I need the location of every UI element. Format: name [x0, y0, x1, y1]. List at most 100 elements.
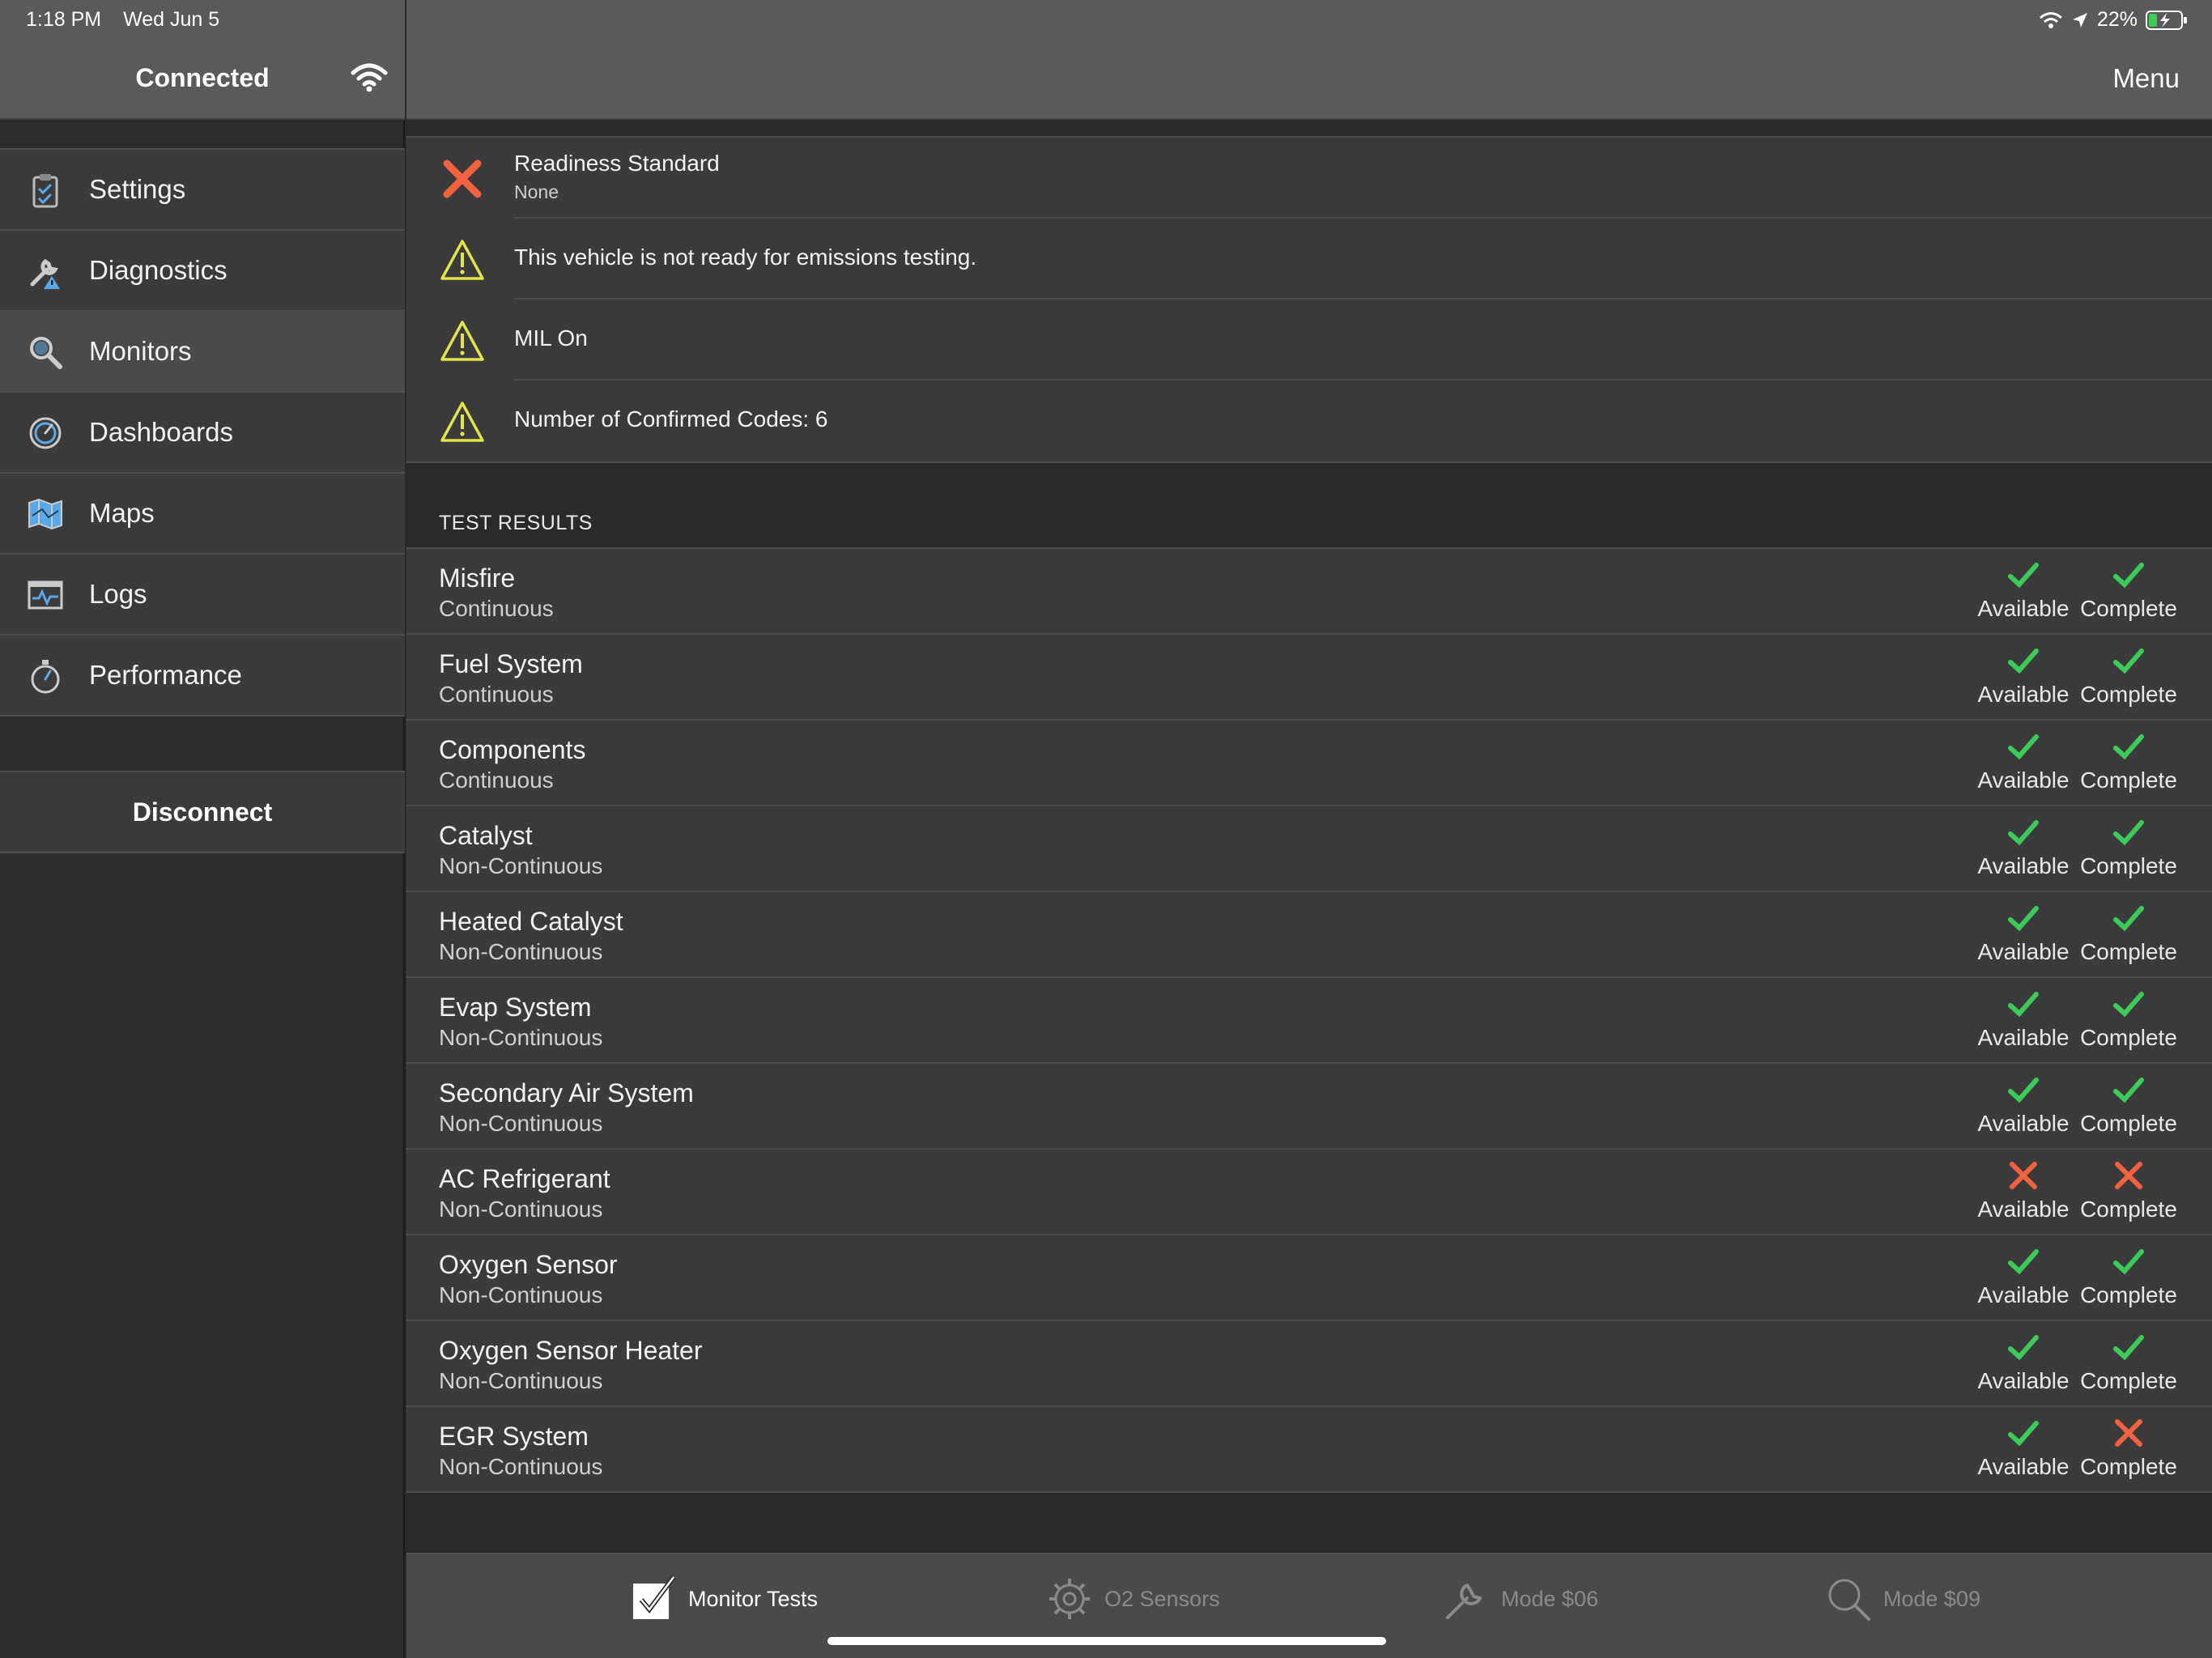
test-name: Oxygen Sensor: [439, 1250, 618, 1279]
disconnect-button[interactable]: Disconnect: [0, 771, 405, 853]
alert-row: MIL On: [406, 300, 2212, 380]
test-type: Non-Continuous: [439, 1197, 603, 1222]
status-label: Available: [1977, 1282, 2069, 1307]
wifi-status-icon: [2039, 11, 2062, 28]
complete-status: Complete: [2080, 1418, 2177, 1480]
check-icon: [2113, 648, 2144, 674]
home-indicator: [827, 1637, 1386, 1645]
stopwatch-icon: [31, 660, 60, 694]
sidebar-item-label: Monitors: [89, 336, 192, 366]
warning-triangle-icon: [440, 321, 484, 361]
warning-triangle-icon: [440, 240, 484, 280]
check-icon: [2113, 1078, 2144, 1103]
sidebar-item-logs[interactable]: Logs: [0, 555, 405, 636]
gear-icon: [1049, 1579, 1090, 1619]
status-label: Complete: [2080, 1025, 2177, 1050]
test-result-row[interactable]: Catalyst Non-Continuous Available Complete: [406, 806, 2212, 892]
checkbox-icon: [633, 1575, 676, 1619]
status-label: Available: [1977, 682, 2069, 707]
check-icon: [2008, 906, 2039, 932]
test-name: Secondary Air System: [439, 1078, 694, 1107]
test-result-row[interactable]: Oxygen Sensor Non-Continuous Available Comp…: [406, 1235, 2212, 1321]
status-date: Wed Jun 5: [123, 8, 220, 31]
status-label: Complete: [2080, 1454, 2177, 1479]
complete-status: Complete: [2080, 732, 2177, 793]
tab-o2-sensors[interactable]: O2 Sensors: [1046, 1571, 1220, 1627]
check-icon: [2008, 734, 2039, 760]
test-result-row[interactable]: EGR System Non-Continuous Available Complet…: [406, 1407, 2212, 1493]
alert-message: MIL On: [514, 325, 588, 351]
check-icon: [2008, 1078, 2039, 1103]
status-label: Complete: [2080, 767, 2177, 793]
tab-monitor-tests[interactable]: Monitor Tests: [630, 1571, 818, 1627]
complete-status: Complete: [2080, 560, 2177, 622]
test-result-row[interactable]: Evap System Non-Continuous Available Comple…: [406, 978, 2212, 1064]
fail-x-icon: [2115, 1419, 2142, 1447]
location-arrow-icon: [2072, 12, 2087, 28]
test-result-row[interactable]: AC Refrigerant Non-Continuous Available Com…: [406, 1150, 2212, 1235]
tab-mode-09[interactable]: Mode $09: [1825, 1571, 1980, 1627]
menu-button[interactable]: Menu: [2112, 63, 2180, 94]
status-label: Complete: [2080, 1197, 2177, 1222]
tab-label: O2 Sensors: [1104, 1586, 1220, 1611]
test-name: Fuel System: [439, 649, 583, 678]
status-label: Complete: [2080, 1282, 2177, 1307]
test-name: Misfire: [439, 563, 516, 593]
complete-status: Complete: [2080, 1247, 2177, 1308]
sidebar-item-label: Settings: [89, 174, 186, 204]
test-name: Heated Catalyst: [439, 907, 623, 936]
complete-status: Complete: [2080, 818, 2177, 879]
available-status: Available: [1975, 732, 2072, 793]
complete-status: Complete: [2080, 646, 2177, 708]
readiness-standard-value: None: [514, 181, 559, 202]
available-status: Available: [1975, 1075, 2072, 1137]
check-icon: [2113, 734, 2144, 760]
sidebar-item-maps[interactable]: Maps: [0, 474, 405, 555]
status-bar-right: 22%: [2039, 8, 2188, 32]
tab-mode-06[interactable]: Mode $06: [1443, 1571, 1598, 1627]
sidebar-item-settings[interactable]: Settings: [0, 150, 405, 231]
tab-label: Mode $06: [1501, 1586, 1599, 1611]
check-icon: [2113, 992, 2144, 1018]
readiness-standard-title: Readiness Standard: [514, 151, 720, 176]
available-status: Available: [1975, 1247, 2072, 1308]
available-status: Available: [1975, 560, 2072, 622]
test-name: EGR System: [439, 1422, 589, 1451]
test-name: Evap System: [439, 993, 592, 1022]
test-type: Non-Continuous: [439, 1025, 603, 1050]
wifi-icon: [351, 63, 388, 92]
check-icon: [2113, 906, 2144, 932]
test-type: Non-Continuous: [439, 1111, 603, 1136]
map-icon: [28, 498, 62, 530]
alert-row: This vehicle is not ready for emissions …: [406, 219, 2212, 300]
check-icon: [2008, 648, 2039, 674]
complete-status: Complete: [2080, 903, 2177, 965]
sidebar-item-dashboards[interactable]: Dashboards: [0, 393, 405, 474]
sidebar-item-monitors[interactable]: Monitors: [0, 312, 405, 393]
test-result-row[interactable]: Components Continuous Available Complete: [406, 721, 2212, 806]
status-label: Available: [1977, 1197, 2069, 1222]
test-type: Continuous: [439, 596, 554, 621]
sidebar-item-label: Diagnostics: [89, 255, 228, 285]
sidebar-item-diagnostics[interactable]: Diagnostics: [0, 231, 405, 312]
test-result-row[interactable]: Heated Catalyst Non-Continuous Available Co…: [406, 892, 2212, 978]
check-icon: [2008, 1421, 2039, 1447]
test-result-row[interactable]: Secondary Air System Non-Continuous Availa…: [406, 1064, 2212, 1150]
check-icon: [2008, 563, 2039, 589]
battery-charging-icon: [2146, 10, 2187, 30]
test-result-row[interactable]: Fuel System Continuous Available Complete: [406, 635, 2212, 721]
check-icon: [2008, 820, 2039, 846]
pulse-log-icon: [28, 580, 63, 610]
test-result-row[interactable]: Oxygen Sensor Heater Non-Continuous Availa…: [406, 1321, 2212, 1407]
check-icon: [2008, 992, 2039, 1018]
sidebar-item-performance[interactable]: Performance: [0, 636, 405, 716]
status-label: Available: [1977, 596, 2069, 621]
complete-status: Complete: [2080, 989, 2177, 1051]
alert-row: Number of Confirmed Codes: 6: [406, 380, 2212, 461]
check-icon: [2113, 820, 2144, 846]
test-results-list: Misfire Continuous Available Complete Fuel S…: [406, 547, 2212, 1493]
test-result-row[interactable]: Misfire Continuous Available Complete: [406, 549, 2212, 635]
status-label: Available: [1977, 1368, 2069, 1393]
fail-x-icon: [443, 159, 482, 198]
check-icon: [2113, 563, 2144, 589]
